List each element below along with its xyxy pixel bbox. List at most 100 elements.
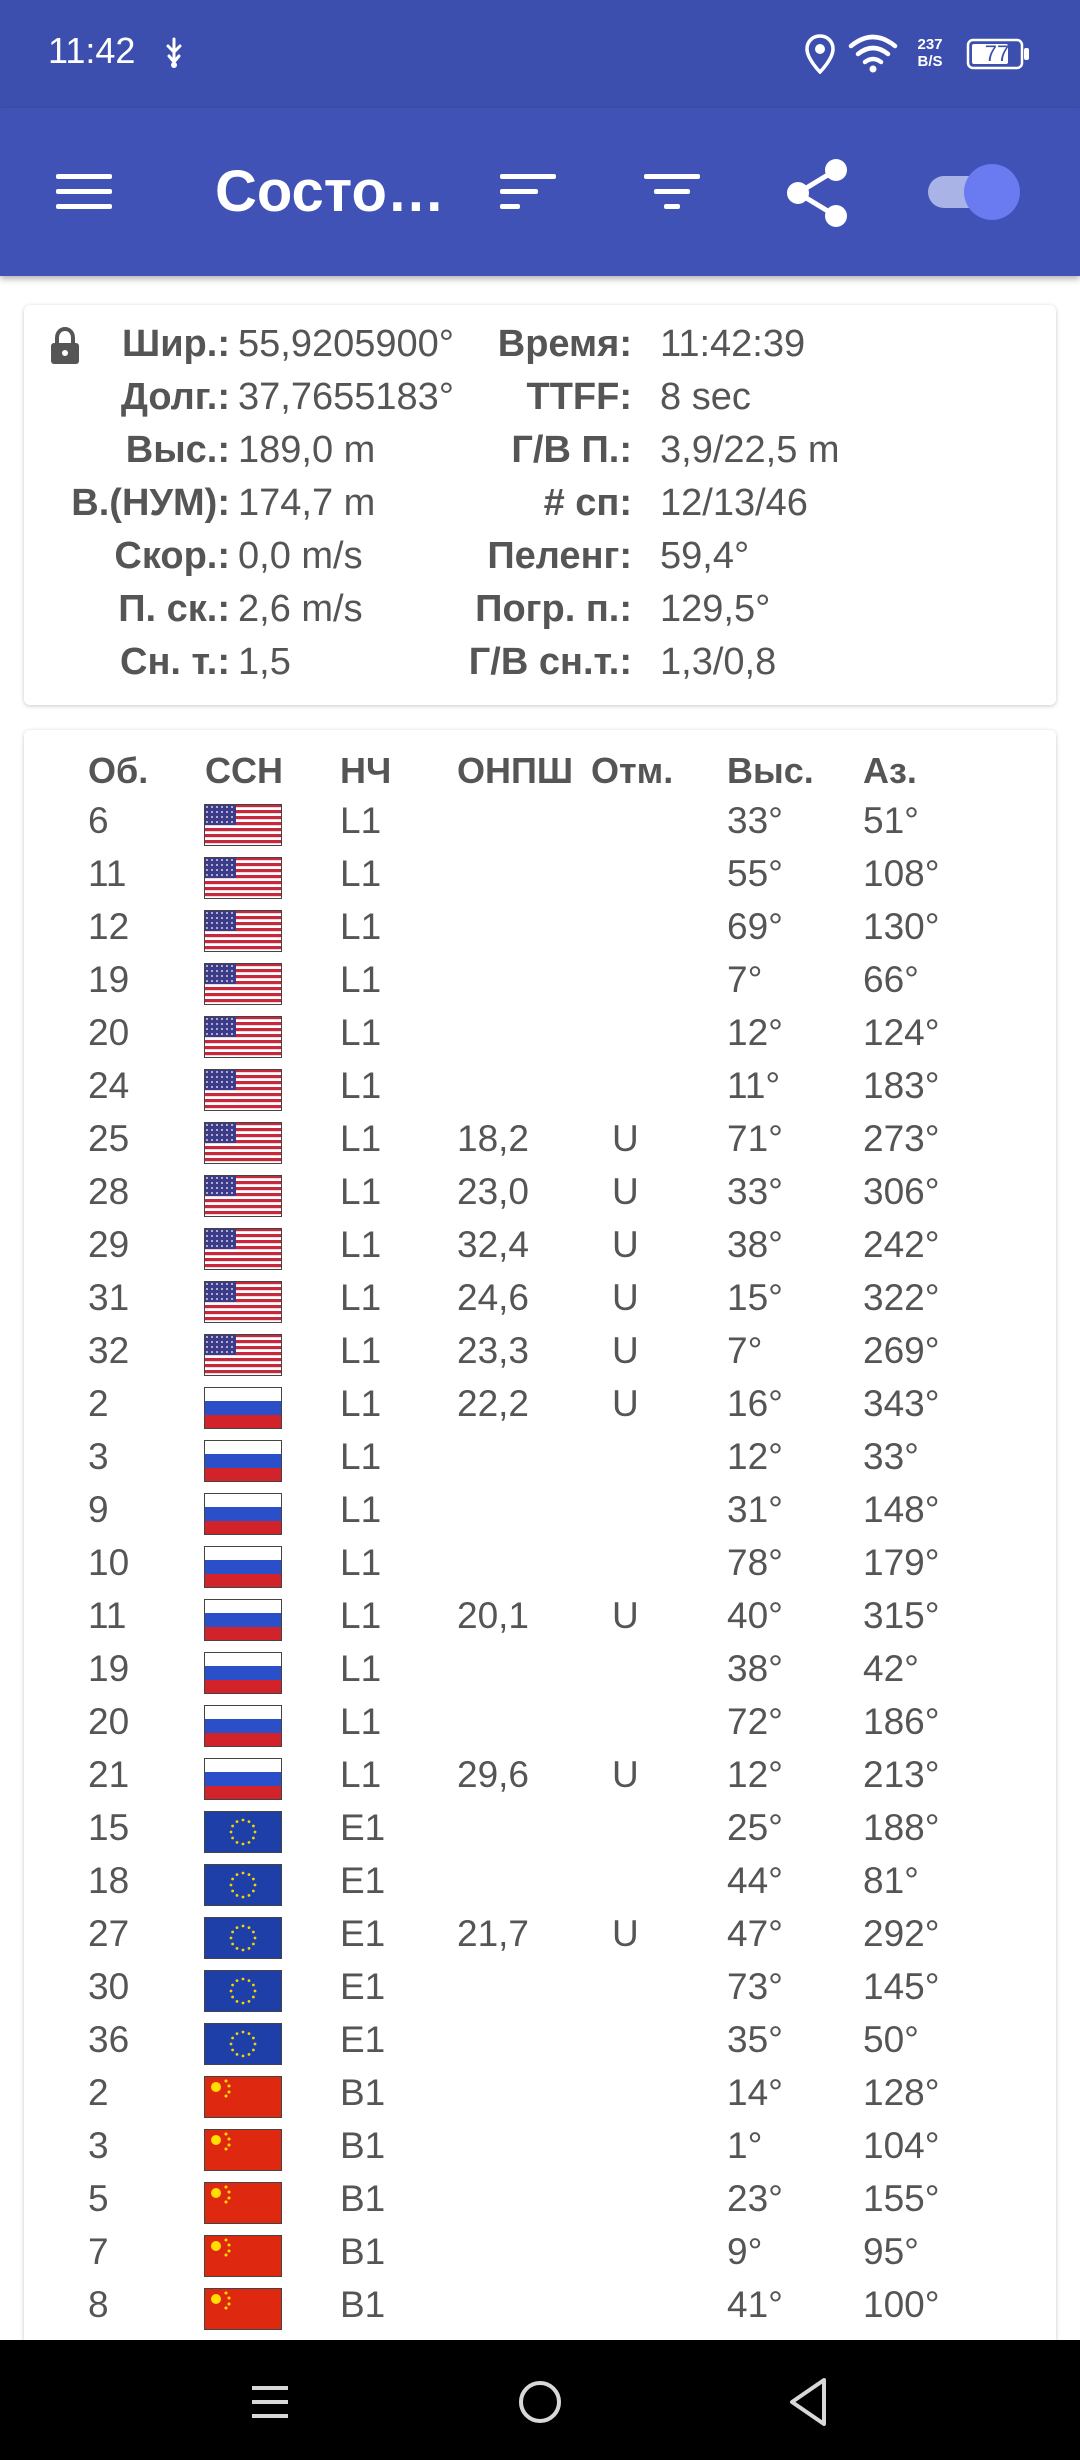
menu-icon[interactable] [54, 170, 114, 214]
usa-flag-icon [204, 963, 282, 1005]
russia-flag-icon [204, 1440, 282, 1482]
info-label: Погр. п.: [475, 588, 632, 630]
satellite-azimuth: 292° [863, 1913, 940, 1954]
satellite-number: 31 [88, 1277, 130, 1318]
satellite-band: L1 [340, 1171, 382, 1212]
satellite-number: 20 [88, 1012, 130, 1053]
table-row: 19 L1 7° 66° [24, 959, 1056, 1012]
satellite-number: 24 [88, 1065, 130, 1106]
info-value: 2,6 m/s [238, 588, 363, 630]
satellite-azimuth: 104° [863, 2125, 940, 2166]
info-label: Г/В сн.т.: [468, 641, 632, 683]
satellite-azimuth: 145° [863, 1966, 940, 2007]
satellite-azimuth: 322° [863, 1277, 940, 1318]
satellite-azimuth: 343° [863, 1383, 940, 1424]
satellite-azimuth: 315° [863, 1595, 940, 1636]
satellite-number: 21 [88, 1754, 130, 1795]
satellite-elevation: 12° [727, 1012, 783, 1053]
satellite-elevation: 72° [727, 1701, 783, 1742]
satellite-band: E1 [340, 1860, 386, 1901]
table-row: 2 B1 14° 128° [24, 2072, 1056, 2125]
info-value: 129,5° [660, 588, 771, 630]
satellite-band: L1 [340, 1754, 382, 1795]
satellite-azimuth: 213° [863, 1754, 940, 1795]
info-label: Сн. т.: [120, 641, 230, 683]
satellite-used: U [612, 1118, 639, 1159]
satellite-number: 32 [88, 1330, 130, 1371]
satellite-azimuth: 108° [863, 853, 940, 894]
satellite-elevation: 7° [727, 959, 763, 1000]
satellite-band: B1 [340, 2072, 386, 2113]
satellite-snr: 22,2 [457, 1383, 530, 1424]
satellite-number: 30 [88, 1966, 130, 2007]
usa-flag-icon [204, 1334, 282, 1376]
usa-flag-icon [204, 1069, 282, 1111]
toggle-switch[interactable] [924, 162, 1026, 222]
back-icon[interactable] [786, 2376, 830, 2428]
satellite-number: 10 [88, 1542, 130, 1583]
usa-flag-icon [204, 1228, 282, 1270]
satellite-band: L1 [340, 906, 382, 947]
satellite-snr: 23,0 [457, 1171, 530, 1212]
satellite-snr: 20,1 [457, 1595, 530, 1636]
satellite-azimuth: 130° [863, 906, 940, 947]
eu-flag-icon [204, 1917, 282, 1959]
header-used: Отм. [591, 750, 674, 791]
satellite-azimuth: 81° [863, 1860, 919, 1901]
satellite-used: U [612, 1383, 639, 1424]
info-label: Скор.: [114, 535, 230, 577]
table-header: Об. ССН НЧ ОНПШ Отм. Выс. Аз. [24, 750, 1056, 800]
satellite-number: 15 [88, 1807, 130, 1848]
satellite-band: L1 [340, 1701, 382, 1742]
russia-flag-icon [204, 1652, 282, 1694]
satellite-elevation: 12° [727, 1754, 783, 1795]
satellite-used: U [612, 1595, 639, 1636]
satellite-elevation: 78° [727, 1542, 783, 1583]
satellite-snr: 29,6 [457, 1754, 530, 1795]
sort-icon[interactable] [498, 170, 558, 214]
satellite-elevation: 11° [727, 1065, 781, 1106]
info-label: П. ск.: [118, 588, 230, 630]
satellite-elevation: 33° [727, 1171, 783, 1212]
app-bar: Состо… [0, 108, 1080, 276]
satellite-azimuth: 100° [863, 2284, 940, 2325]
recents-icon[interactable] [248, 2380, 292, 2424]
share-icon[interactable] [780, 156, 854, 230]
satellite-elevation: 1° [727, 2125, 763, 2166]
usa-flag-icon [204, 1281, 282, 1323]
filter-icon[interactable] [642, 170, 702, 214]
header-band: НЧ [340, 750, 392, 791]
satellite-azimuth: 51° [863, 800, 919, 841]
satellite-number: 19 [88, 1648, 130, 1689]
info-value: 174,7 m [238, 482, 376, 524]
table-row: 36 E1 35° 50° [24, 2019, 1056, 2072]
satellite-band: L1 [340, 1489, 382, 1530]
eu-flag-icon [204, 1811, 282, 1853]
satellite-number: 28 [88, 1171, 130, 1212]
satellite-table-card: Об. ССН НЧ ОНПШ Отм. Выс. Аз. 6 L1 33° 51° 1… [24, 730, 1056, 2370]
satellite-azimuth: 148° [863, 1489, 940, 1530]
satellite-band: L1 [340, 1436, 382, 1477]
satellite-band: L1 [340, 800, 382, 841]
satellite-elevation: 44° [727, 1860, 783, 1901]
location-info-card: Шир.: 55,9205900° Время: 11:42:39 Долг.: 37,7… [24, 305, 1056, 705]
info-row: Долг.: 37,7655183° TTFF: 8 sec [24, 376, 1056, 429]
satellite-elevation: 33° [727, 800, 783, 841]
table-row: 28 L1 23,0 U 33° 306° [24, 1171, 1056, 1224]
satellite-band: L1 [340, 959, 382, 1000]
header-snr: ОНПШ [457, 750, 574, 791]
satellite-band: L1 [340, 1277, 382, 1318]
satellite-used: U [612, 1224, 639, 1265]
table-row: 6 L1 33° 51° [24, 800, 1056, 853]
russia-flag-icon [204, 1758, 282, 1800]
satellite-elevation: 9° [727, 2231, 763, 2272]
satellite-number: 2 [88, 1383, 109, 1424]
satellite-snr: 23,3 [457, 1330, 530, 1371]
table-row: 20 L1 12° 124° [24, 1012, 1056, 1065]
info-row: Шир.: 55,9205900° Время: 11:42:39 [24, 323, 1056, 376]
satellite-azimuth: 124° [863, 1012, 940, 1053]
table-row: 15 E1 25° 188° [24, 1807, 1056, 1860]
home-icon[interactable] [516, 2378, 564, 2426]
satellite-snr: 32,4 [457, 1224, 530, 1265]
location-icon [805, 34, 835, 74]
